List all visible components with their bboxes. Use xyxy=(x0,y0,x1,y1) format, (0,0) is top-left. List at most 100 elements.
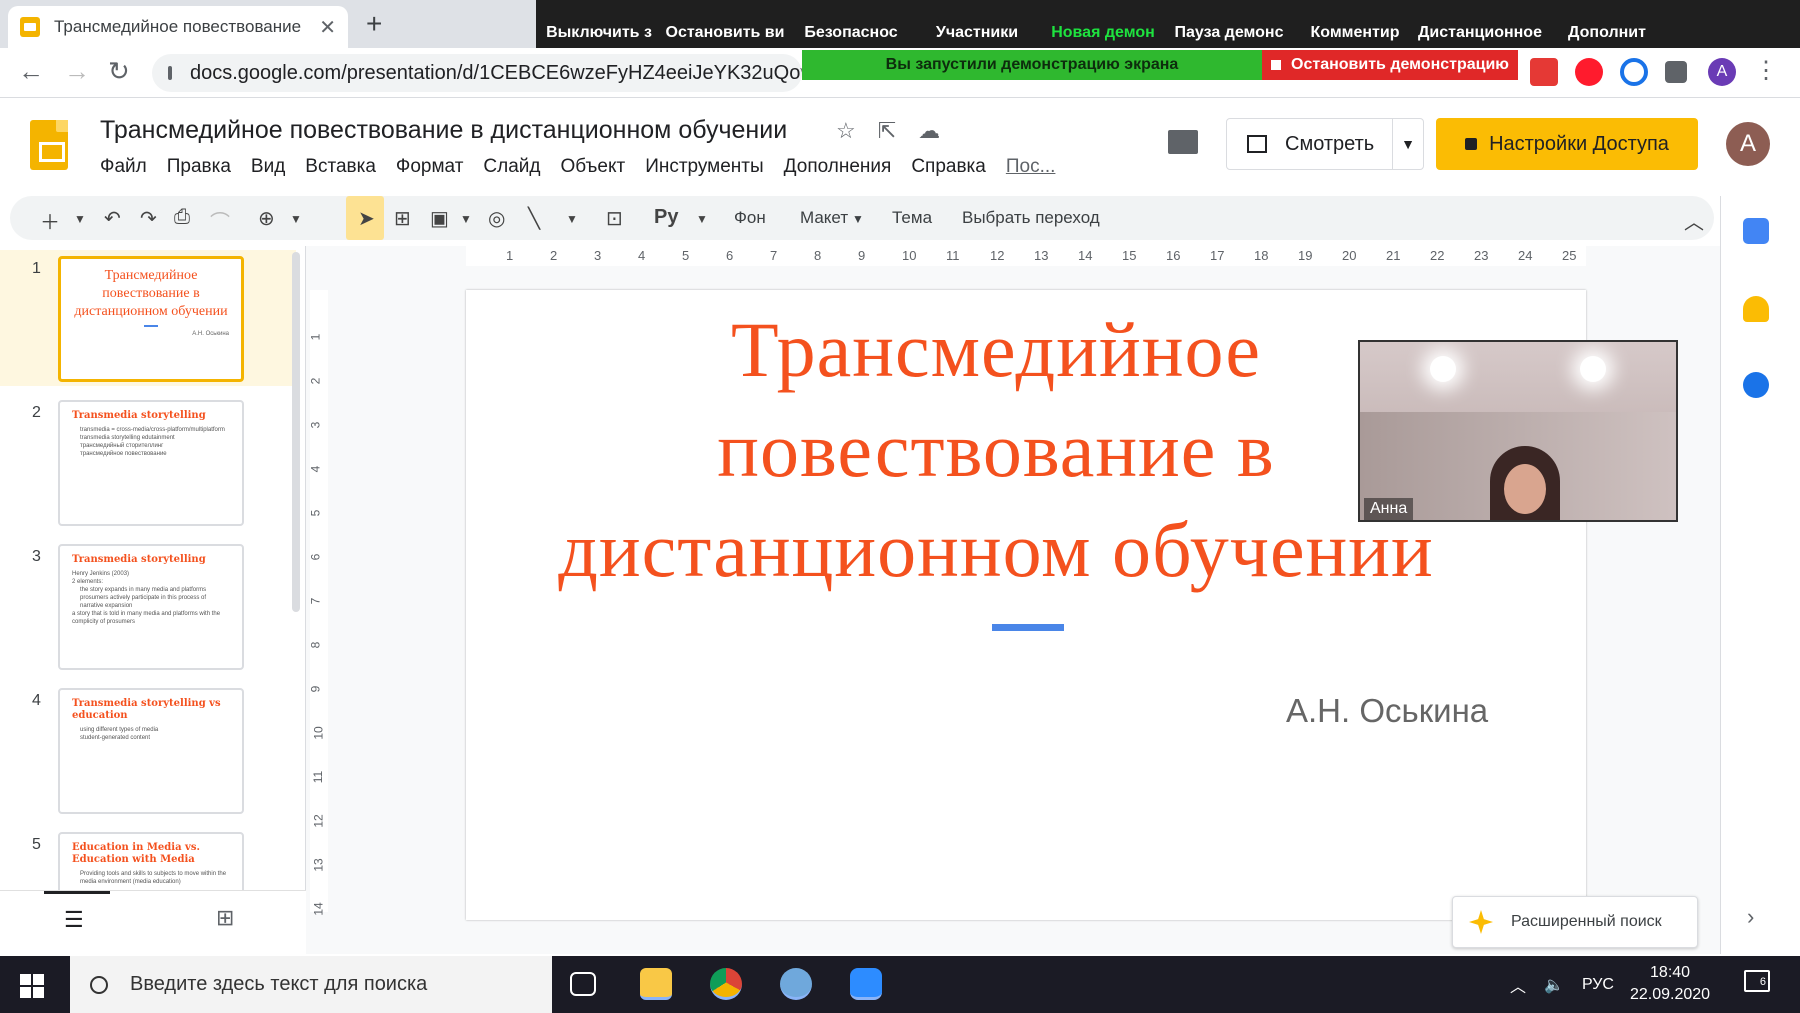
new-slide-chevron-down-icon[interactable]: ▼ xyxy=(74,212,86,226)
file-explorer-icon[interactable] xyxy=(640,968,672,1000)
menu-format[interactable]: Формат xyxy=(396,156,464,178)
slide-thumbnail-row[interactable]: 1 Трансмедийное повествование в дистанци… xyxy=(0,250,296,386)
zoom-pause-share-button[interactable]: Пауза демонс xyxy=(1166,0,1292,48)
chrome-icon[interactable] xyxy=(710,968,742,1000)
chrome-menu-icon[interactable]: ⋮ xyxy=(1754,56,1778,85)
line-chevron-down-icon[interactable]: ▼ xyxy=(566,212,578,226)
text-box-icon[interactable]: ⊞ xyxy=(394,206,411,231)
slide-thumbnail[interactable]: Transmedia storytelling vs education usi… xyxy=(58,688,244,814)
menu-file[interactable]: Файл xyxy=(100,156,147,178)
profile-icon[interactable]: A xyxy=(1708,58,1736,86)
tray-chevron-up-icon[interactable]: ︿ xyxy=(1510,973,1526,997)
zoom-stop-video-button[interactable]: Остановить ви xyxy=(662,0,788,48)
image-chevron-down-icon[interactable]: ▼ xyxy=(460,212,472,226)
slide-thumbnail[interactable]: Трансмедийное повествование в дистанцион… xyxy=(58,256,244,382)
last-edit-link[interactable]: Пос... xyxy=(1006,156,1056,178)
document-title[interactable]: Трансмедийное повествование в дистанцион… xyxy=(100,116,787,145)
menu-addons[interactable]: Дополнения xyxy=(784,156,892,178)
ceiling-light xyxy=(1430,356,1456,382)
zoom-chevron-down-icon[interactable]: ▼ xyxy=(290,212,302,226)
zoom-annotate-button[interactable]: Комментир xyxy=(1292,0,1418,48)
avatar[interactable]: A xyxy=(1726,122,1770,166)
move-folder-icon[interactable]: ⇱ xyxy=(878,118,896,144)
shape-icon[interactable]: ◎ xyxy=(488,206,505,231)
zoom-security-button[interactable]: Безопаснос xyxy=(788,0,914,48)
menu-arrange[interactable]: Объект xyxy=(560,156,625,178)
back-icon[interactable]: ← xyxy=(18,56,44,87)
menu-view[interactable]: Вид xyxy=(251,156,285,178)
layout-button[interactable]: Макет xyxy=(800,208,848,228)
clock[interactable]: 18:40 22.09.2020 xyxy=(1630,962,1710,1006)
stop-share-button[interactable]: Остановить демонстрацию xyxy=(1262,50,1518,80)
star-icon[interactable]: ☆ xyxy=(836,118,856,144)
browser-tab[interactable]: Трансмедийное повествование ✕ xyxy=(8,6,348,48)
extension-blue-icon[interactable] xyxy=(1620,58,1648,86)
opera-icon[interactable] xyxy=(1575,58,1603,86)
slide-subtitle[interactable]: А.Н. Оськина xyxy=(1286,692,1488,730)
zoom-remote-control-button[interactable]: Дистанционное уп xyxy=(1418,0,1544,48)
taskbar-search-input[interactable]: Введите здесь текст для поиска xyxy=(70,956,552,1013)
new-slide-icon[interactable]: ＋ xyxy=(40,206,60,235)
select-tool-button[interactable]: ➤ xyxy=(346,196,384,240)
tasks-icon[interactable] xyxy=(1743,372,1769,398)
input-tools-icon[interactable]: Ру xyxy=(654,206,678,229)
theme-button[interactable]: Тема xyxy=(892,208,932,228)
participant-video-thumbnail[interactable]: Анна xyxy=(1358,340,1678,522)
keep-icon[interactable] xyxy=(1743,296,1769,322)
transition-button[interactable]: Выбрать переход xyxy=(962,208,1100,228)
redo-icon[interactable]: ↷ xyxy=(140,206,157,231)
comment-add-icon[interactable]: ⊡ xyxy=(606,206,623,231)
paint-icon[interactable] xyxy=(780,968,812,1000)
zoom-more-button[interactable]: Дополнит xyxy=(1544,0,1670,48)
collapse-toolbar-chevron-up-icon[interactable]: ︿ xyxy=(1684,206,1704,235)
reload-icon[interactable]: ↻ xyxy=(108,56,130,87)
slides-logo-icon[interactable] xyxy=(30,120,68,170)
slide-title[interactable]: Трансмедийное повествование в дистанцион… xyxy=(546,300,1446,600)
menu-edit[interactable]: Правка xyxy=(167,156,231,178)
layout-chevron-down-icon[interactable]: ▼ xyxy=(852,212,864,226)
paint-format-icon[interactable]: ⌒ xyxy=(210,206,230,235)
slide-thumbnail[interactable]: Transmedia storytelling Henry Jenkins (2… xyxy=(58,544,244,670)
comments-icon[interactable] xyxy=(1168,130,1198,154)
url-input[interactable]: docs.google.com/presentation/d/1CEBCE6wz… xyxy=(152,54,802,92)
zoom-mute-button[interactable]: Выключить з xyxy=(536,0,662,48)
print-icon[interactable]: ⎙ xyxy=(174,206,190,229)
menu-tools[interactable]: Инструменты xyxy=(645,156,763,178)
background-button[interactable]: Фон xyxy=(734,208,766,228)
zoom-app-icon[interactable] xyxy=(850,968,882,1000)
extensions-puzzle-icon[interactable] xyxy=(1665,61,1687,83)
grid-view-icon[interactable]: ⊞ xyxy=(216,905,234,931)
zoom-new-share-button[interactable]: Новая демон xyxy=(1040,0,1166,48)
cloud-status-icon[interactable]: ☁ xyxy=(918,118,940,144)
present-options-chevron-down-icon[interactable]: ▼ xyxy=(1393,136,1423,152)
expand-panel-chevron-right-icon[interactable]: › xyxy=(1747,904,1754,930)
windows-start-icon[interactable] xyxy=(20,974,44,998)
close-tab-icon[interactable]: ✕ xyxy=(319,15,336,40)
slide-thumbnail-row[interactable]: 2 Transmedia storytelling transmedia = c… xyxy=(0,394,296,530)
slide-thumbnail-row[interactable]: 3 Transmedia storytelling Henry Jenkins … xyxy=(0,538,296,674)
calendar-icon[interactable] xyxy=(1743,218,1769,244)
menu-help[interactable]: Справка xyxy=(911,156,986,178)
slide-thumbnail[interactable]: Transmedia storytelling transmedia = cro… xyxy=(58,400,244,526)
task-view-icon[interactable] xyxy=(570,972,596,996)
volume-icon[interactable]: 🔈 xyxy=(1544,975,1564,995)
undo-icon[interactable]: ↶ xyxy=(104,206,121,231)
zoom-icon[interactable]: ⊕ xyxy=(258,206,275,231)
slide-thumbnail-row[interactable]: 4 Transmedia storytelling vs education u… xyxy=(0,682,296,818)
line-icon[interactable]: ╲ xyxy=(528,206,540,231)
filmstrip-scrollbar[interactable] xyxy=(292,252,300,612)
forward-icon[interactable]: → xyxy=(64,56,90,87)
menu-slide[interactable]: Слайд xyxy=(483,156,540,178)
filmstrip-view-icon[interactable]: ☰ xyxy=(64,907,84,933)
input-tools-chevron-down-icon[interactable]: ▼ xyxy=(696,212,708,226)
new-tab-button[interactable]: + xyxy=(366,8,382,40)
image-icon[interactable]: ▣ xyxy=(430,206,449,231)
explore-button[interactable]: Расширенный поиск xyxy=(1452,896,1698,948)
menu-insert[interactable]: Вставка xyxy=(305,156,376,178)
zoom-participants-button[interactable]: Участники xyxy=(914,0,1040,48)
share-button[interactable]: Настройки Доступа xyxy=(1436,118,1698,170)
present-button[interactable]: Смотреть ▼ xyxy=(1226,118,1424,170)
notification-icon[interactable]: 6 xyxy=(1744,970,1770,992)
language-indicator[interactable]: РУС xyxy=(1582,976,1614,994)
extension-red-icon[interactable] xyxy=(1530,58,1558,86)
